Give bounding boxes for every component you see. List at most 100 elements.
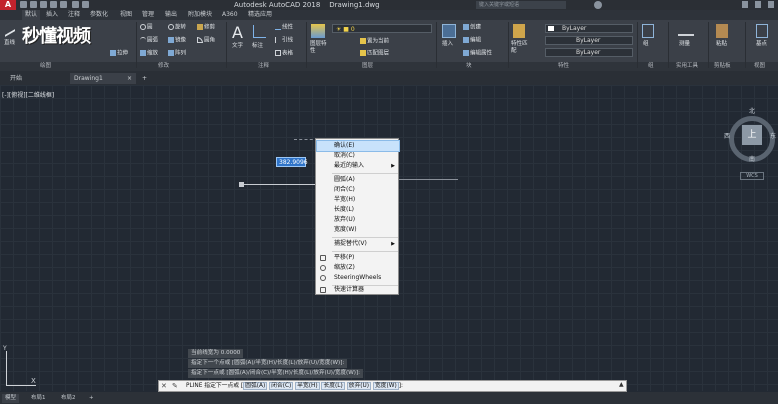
save-icon[interactable]	[40, 1, 47, 8]
create-block-button[interactable]: 创建	[463, 24, 481, 32]
fillet-button[interactable]: 圆角	[197, 37, 215, 45]
base-button-label[interactable]: 基点	[756, 41, 767, 48]
dimension-button-label[interactable]: 标注	[252, 43, 263, 50]
group-icon[interactable]	[642, 24, 654, 38]
edit-block-button[interactable]: 编辑	[463, 37, 481, 45]
layer-properties-icon[interactable]	[311, 24, 325, 38]
lineweight-dropdown[interactable]: ByLayer	[545, 48, 633, 57]
customize-icon[interactable]: ✎	[172, 382, 178, 390]
arc-button[interactable]: 圆弧	[140, 37, 158, 45]
search-input[interactable]: 键入关键字或短语	[476, 1, 566, 9]
paste-icon[interactable]	[716, 24, 728, 38]
autocad-logo-icon[interactable]: A	[0, 0, 16, 10]
menu-item-width[interactable]: 宽度(W)	[317, 225, 399, 235]
menu-item-cancel[interactable]: 取消(C)	[317, 151, 399, 161]
tab-parametric[interactable]: 参数化	[90, 10, 108, 20]
layers-panel-label[interactable]: 图层	[362, 62, 373, 71]
redo-icon[interactable]	[82, 1, 89, 8]
tab-start[interactable]: 开始	[6, 73, 64, 84]
menu-item-halfwidth[interactable]: 半宽(H)	[317, 195, 399, 205]
close-icon[interactable]	[768, 1, 774, 8]
option-undo[interactable]: 放弃(U)	[346, 382, 372, 390]
compass-west[interactable]: 西	[724, 131, 730, 140]
compass-south[interactable]: 南	[749, 154, 755, 163]
tab-a360[interactable]: A360	[222, 10, 238, 20]
save-as-icon[interactable]	[50, 1, 57, 8]
maximize-icon[interactable]	[755, 1, 761, 8]
stretch-button[interactable]: 拉伸	[110, 50, 128, 58]
clipboard-panel-label[interactable]: 剪贴板	[714, 62, 731, 71]
scale-button[interactable]: 缩放	[140, 50, 158, 58]
tab-addins[interactable]: 附加模块	[188, 10, 212, 20]
base-view-icon[interactable]	[756, 24, 768, 38]
option-close[interactable]: 闭合(C)	[269, 382, 294, 390]
tab-layout2[interactable]: 布局2	[58, 394, 79, 403]
wcs-menu[interactable]: WCS	[740, 172, 764, 180]
linear-dim-button[interactable]: 线性	[275, 24, 293, 32]
add-layout-button[interactable]: +	[86, 394, 97, 403]
menu-item-arc[interactable]: 圆弧(A)	[317, 175, 399, 185]
new-file-icon[interactable]	[20, 1, 27, 8]
tab-model[interactable]: 模型	[2, 394, 20, 403]
trim-button[interactable]: 修剪	[197, 24, 215, 32]
dynamic-input-field[interactable]: 382.9096	[276, 157, 308, 167]
print-icon[interactable]	[60, 1, 67, 8]
draw-panel-label[interactable]: 绘图	[40, 62, 51, 71]
rotate-button[interactable]: 旋转	[168, 24, 186, 32]
viewcube-top-face[interactable]: 上	[742, 125, 762, 145]
menu-item-close[interactable]: 闭合(C)	[317, 185, 399, 195]
minimize-icon[interactable]	[742, 1, 748, 8]
tab-drawing1[interactable]: Drawing1 ×	[70, 73, 136, 84]
close-tab-icon[interactable]: ×	[127, 73, 132, 84]
layer-properties-label[interactable]: 图层特性	[310, 41, 328, 55]
viewport-controls[interactable]: [-][俯视][二维线框]	[2, 90, 54, 99]
tab-manage[interactable]: 管理	[142, 10, 154, 20]
linetype-dropdown[interactable]: ByLayer	[545, 36, 633, 45]
match-properties-label[interactable]: 特性匹配	[511, 41, 529, 55]
line-button[interactable]: 直线	[4, 24, 15, 47]
tab-insert[interactable]: 插入	[46, 10, 58, 20]
match-layer-button[interactable]: 匹配图层	[360, 50, 389, 58]
measure-icon[interactable]	[678, 26, 694, 36]
user-icon[interactable]	[594, 1, 602, 9]
text-icon[interactable]: A	[232, 23, 243, 42]
command-dropdown-icon[interactable]: ▲	[619, 381, 624, 388]
mirror-button[interactable]: 镜像	[168, 37, 186, 45]
tab-annotate[interactable]: 注释	[68, 10, 80, 20]
array-button[interactable]: 阵列	[168, 50, 186, 58]
tab-default[interactable]: 默认	[22, 10, 41, 20]
circle-button[interactable]: 圆	[140, 24, 153, 32]
new-tab-button[interactable]: +	[138, 73, 151, 84]
menu-item-length[interactable]: 长度(L)	[317, 205, 399, 215]
annotation-panel-label[interactable]: 注释	[258, 62, 269, 71]
option-halfwidth[interactable]: 半宽(H)	[295, 382, 320, 390]
measure-button-label[interactable]: 测量	[679, 41, 690, 48]
text-button-label[interactable]: 文字	[232, 43, 243, 50]
menu-item-zoom[interactable]: 缩放(Z)	[317, 263, 399, 273]
tab-output[interactable]: 输出	[165, 10, 177, 20]
open-file-icon[interactable]	[30, 1, 37, 8]
paste-button-label[interactable]: 粘贴	[716, 41, 727, 48]
edit-attributes-button[interactable]: 编辑属性	[463, 50, 492, 58]
menu-item-snap-overrides[interactable]: 捕捉替代(V) ▶	[317, 239, 399, 249]
groups-panel-label[interactable]: 组	[648, 62, 654, 71]
dimension-icon[interactable]	[253, 25, 266, 38]
properties-panel-label[interactable]: 特性	[558, 62, 569, 71]
menu-item-recent-input[interactable]: 最近的输入 ▶	[317, 161, 399, 171]
menu-item-undo[interactable]: 放弃(U)	[317, 215, 399, 225]
group-button-label[interactable]: 组	[643, 41, 649, 48]
layer-dropdown[interactable]: ☀ ■ 0	[332, 24, 432, 33]
block-panel-label[interactable]: 块	[466, 62, 472, 71]
insert-button-label[interactable]: 插入	[442, 41, 453, 48]
option-arc[interactable]: 圆弧(A)	[243, 382, 268, 390]
option-length[interactable]: 长度(L)	[321, 382, 345, 390]
tab-layout1[interactable]: 布局1	[28, 394, 49, 403]
compass-north[interactable]: 北	[749, 106, 755, 115]
tab-view[interactable]: 视图	[120, 10, 132, 20]
option-width[interactable]: 宽度(W)	[372, 382, 399, 390]
menu-item-steeringwheels[interactable]: SteeringWheels	[317, 273, 399, 283]
insert-block-icon[interactable]	[442, 24, 456, 38]
color-dropdown[interactable]: ByLayer	[545, 24, 633, 33]
table-button[interactable]: 表格	[275, 50, 293, 58]
utilities-panel-label[interactable]: 实用工具	[676, 62, 698, 71]
